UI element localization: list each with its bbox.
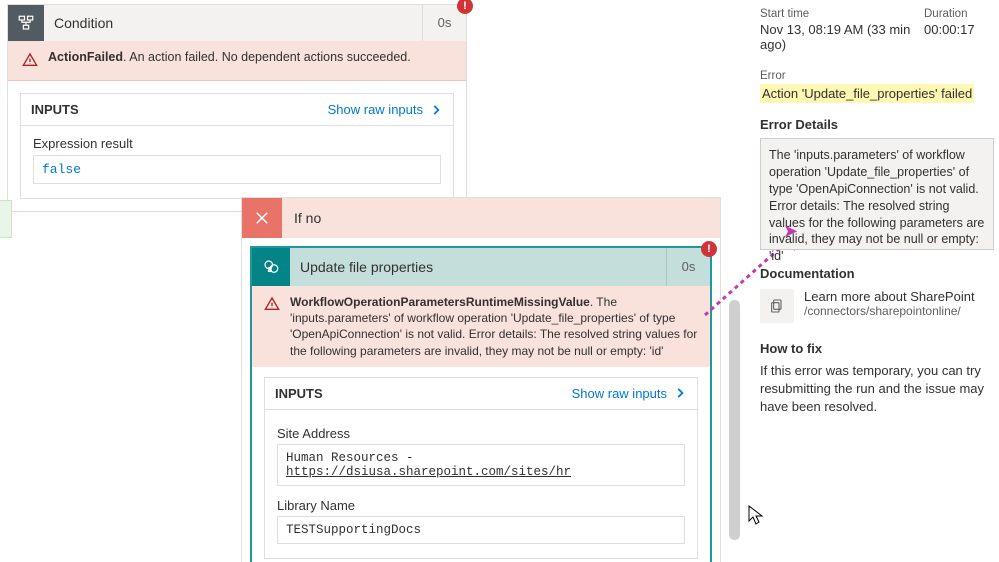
inputs-heading: INPUTS [31,102,328,117]
warning-icon [264,296,280,359]
if-no-header[interactable]: If no [242,198,720,238]
ufp-inputs-panel: INPUTS Show raw inputs Site Address Huma… [264,377,698,559]
start-time-value: Nov 13, 08:19 AM (33 min ago) [760,22,924,52]
condition-card[interactable]: Condition 0s ! ActionFailed. An action f… [7,4,467,212]
site-address-value: Human Resources - https://dsiusa.sharepo… [277,444,685,486]
error-details-box: The 'inputs.parameters' of workflow oper… [760,138,994,250]
documentation-label: Documentation [760,266,994,281]
error-code: ActionFailed [48,50,123,64]
error-details-label: Error Details [760,117,994,132]
duration-label: Duration [924,8,994,20]
expression-result-value: false [33,155,441,184]
warning-icon [22,52,38,71]
show-raw-inputs-label: Show raw inputs [328,102,423,117]
error-message: . An action failed. No dependent actions… [123,50,411,64]
duration-value: 00:00:17 [924,22,994,37]
condition-title: Condition [44,15,422,31]
chevron-right-icon [429,103,443,117]
ufp-error-code: WorkflowOperationParametersRuntimeMissin… [290,295,590,309]
chevron-right-icon [673,386,687,400]
ufp-title: Update file properties [290,259,666,275]
show-raw-inputs-link[interactable]: Show raw inputs [572,386,687,401]
documentation-path: /connectors/sharepointonline/ [804,304,975,318]
error-label: Error [760,70,994,82]
error-summary: Action 'Update_file_properties' failed [760,84,974,103]
condition-inputs-panel: INPUTS Show raw inputs Expression result… [20,93,454,199]
if-no-branch: If no S Update file properties 0s ! [241,197,721,562]
condition-error-banner: ActionFailed. An action failed. No depen… [8,41,466,81]
library-name-label: Library Name [277,498,685,513]
annotation-arrowhead-icon: ➤ [783,219,798,243]
error-badge-icon: ! [457,0,473,14]
details-pane: Start time Nov 13, 08:19 AM (33 min ago)… [758,0,996,562]
update-file-properties-card[interactable]: S Update file properties 0s ! WorkflowOp… [250,246,712,562]
inputs-heading: INPUTS [275,386,572,401]
ufp-header[interactable]: S Update file properties 0s ! [252,248,710,286]
condition-icon [8,5,44,41]
if-yes-branch-sliver [0,200,12,238]
scrollbar[interactable] [729,300,740,540]
start-time-label: Start time [760,8,924,20]
site-address-label: Site Address [277,426,685,441]
if-no-title: If no [282,210,321,226]
condition-header[interactable]: Condition 0s ! [8,5,466,41]
how-to-fix-text: If this error was temporary, you can try… [760,362,994,417]
error-details-text: The 'inputs.parameters' of workflow oper… [769,148,984,263]
show-raw-inputs-link[interactable]: Show raw inputs [328,102,443,117]
sharepoint-icon: S [252,248,290,286]
library-name-value: TESTSupportingDocs [277,516,685,544]
ufp-error-banner: WorkflowOperationParametersRuntimeMissin… [252,286,710,367]
close-icon [242,198,282,238]
documentation-title: Learn more about SharePoint [804,289,975,304]
documentation-link[interactable]: Learn more about SharePoint /connectors/… [760,289,994,323]
copy-icon [760,289,794,323]
how-to-fix-label: How to fix [760,341,994,356]
show-raw-inputs-label: Show raw inputs [572,386,667,401]
expression-result-label: Expression result [33,136,441,151]
svg-text:S: S [268,267,272,274]
error-badge-icon: ! [701,241,717,257]
